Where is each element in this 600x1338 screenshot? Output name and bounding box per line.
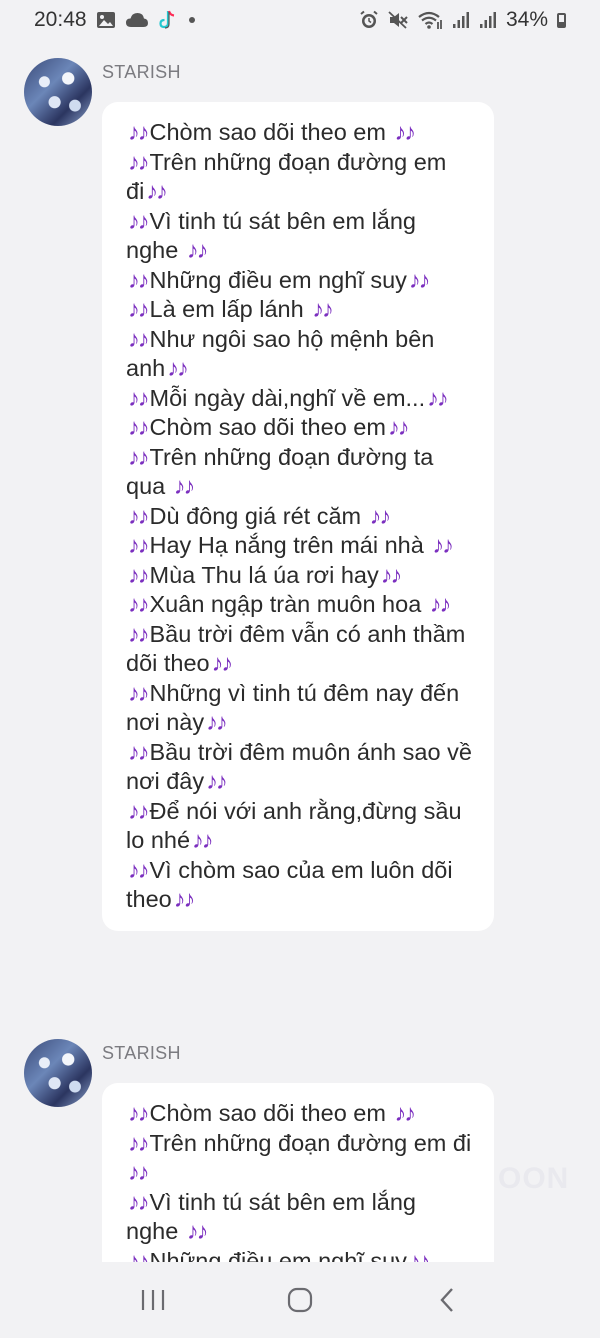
sender-name: STARISH — [102, 62, 181, 82]
music-note-icon: ♪♪ — [128, 1159, 149, 1185]
lyric-line: ♪♪Trên những đoạn đường em đi♪♪ — [126, 148, 447, 205]
music-note-icon: ♪♪ — [146, 178, 167, 204]
music-note-icon: ♪♪ — [128, 1188, 149, 1215]
message-text: ♪♪Chòm sao dõi theo em ♪♪ ♪♪Trên những đo… — [126, 1099, 474, 1262]
dot-icon — [188, 17, 195, 23]
music-note-icon: ♪♪ — [427, 384, 448, 411]
music-note-icon: ♪♪ — [369, 502, 391, 529]
lyric-line: ♪♪Trên những đoạn đường em đi ♪♪ — [128, 1129, 472, 1186]
alarm-icon — [359, 10, 379, 30]
status-left: 20:48 — [34, 8, 195, 32]
lyric-line: ♪♪Vì tinh tú sát bên em lắng nghe ♪♪ — [126, 1188, 416, 1245]
music-note-icon: ♪♪ — [192, 827, 213, 853]
music-note-icon: ♪♪ — [167, 355, 188, 381]
music-note-icon: ♪♪ — [128, 325, 149, 352]
lyric-line: ♪♪Chòm sao dõi theo em ♪♪ — [128, 119, 416, 145]
music-note-icon: ♪♪ — [128, 119, 149, 145]
watermark: OON — [498, 1162, 570, 1195]
battery-icon — [557, 12, 566, 28]
music-note-icon: ♪♪ — [394, 1100, 415, 1126]
lyric-line: ♪♪Mùa Thu lá úa rơi hay♪♪ — [128, 561, 402, 588]
music-note-icon: ♪♪ — [432, 532, 453, 558]
lyric-line: ♪♪Hay Hạ nắng trên mái nhà ♪♪ — [128, 532, 454, 558]
lyric-line: ♪♪Để nói với anh rằng,đừng sầu lo nhé♪♪ — [126, 797, 462, 854]
lyric-line: ♪♪Trên những đoạn đường ta qua ♪♪ — [126, 443, 434, 500]
back-button[interactable] — [417, 1275, 477, 1325]
signal-icon — [479, 11, 497, 29]
music-note-icon: ♪♪ — [206, 768, 227, 794]
music-note-icon: ♪♪ — [128, 679, 149, 706]
lyric-line: ♪♪Những điều em nghĩ suy♪♪ — [128, 266, 430, 293]
lyric-line: ♪♪Là em lấp lánh ♪♪ — [128, 296, 334, 322]
tiktok-icon — [158, 10, 176, 30]
music-note-icon: ♪♪ — [211, 650, 233, 676]
lyric-line: ♪♪Bầu trời đêm vẫn có anh thầm dõi theo♪… — [126, 620, 466, 677]
sender-name: STARISH — [102, 1043, 181, 1063]
music-note-icon: ♪♪ — [128, 797, 149, 824]
lyric-line: ♪♪Vì tinh tú sát bên em lắng nghe ♪♪ — [126, 207, 416, 264]
music-note-icon: ♪♪ — [394, 119, 415, 145]
back-icon — [440, 1288, 453, 1312]
music-note-icon: ♪♪ — [429, 591, 451, 617]
lyric-line: ♪♪Vì chòm sao của em luôn dõi theo♪♪ — [126, 856, 453, 913]
music-note-icon: ♪♪ — [128, 561, 149, 588]
mute-icon — [388, 11, 408, 29]
recent-apps-button[interactable] — [123, 1275, 183, 1325]
wifi-icon — [417, 10, 443, 30]
music-note-icon: ♪♪ — [128, 532, 149, 558]
music-note-icon: ♪♪ — [128, 266, 149, 293]
music-note-icon: ♪♪ — [128, 384, 149, 411]
lyric-line: ♪♪Chòm sao dõi theo em ♪♪ — [128, 1100, 416, 1126]
message-text: ♪♪Chòm sao dõi theo em ♪♪ ♪♪Trên những đo… — [126, 118, 474, 915]
music-note-icon: ♪♪ — [380, 561, 402, 588]
lyric-line: ♪♪Dù đông giá rét căm ♪♪ — [128, 502, 391, 529]
gallery-icon — [96, 11, 116, 29]
lyric-line: ♪♪Xuân ngập tràn muôn hoa ♪♪ — [128, 591, 451, 617]
clock: 20:48 — [34, 8, 87, 31]
music-note-icon: ♪♪ — [408, 266, 430, 293]
music-note-icon: ♪♪ — [312, 296, 333, 322]
lyric-line: ♪♪Như ngôi sao hộ mệnh bên anh♪♪ — [126, 325, 435, 382]
lyric-line: ♪♪Mỗi ngày dài,nghĩ về em...♪♪ — [128, 384, 449, 411]
music-note-icon: ♪♪ — [128, 620, 149, 647]
home-button[interactable] — [270, 1275, 330, 1325]
avatar[interactable] — [24, 1039, 92, 1107]
message-bubble[interactable]: ♪♪Chòm sao dõi theo em ♪♪ ♪♪Trên những đo… — [102, 102, 494, 931]
music-note-icon: ♪♪ — [128, 1129, 149, 1156]
music-note-icon: ♪♪ — [128, 443, 149, 470]
music-note-icon: ♪♪ — [387, 414, 409, 440]
music-note-icon: ♪♪ — [173, 886, 195, 912]
music-note-icon: ♪♪ — [408, 1247, 430, 1263]
avatar[interactable] — [24, 58, 92, 126]
navigation-bar — [0, 1262, 600, 1338]
lyric-line: ♪♪Những vì tinh tú đêm nay đến nơi này♪♪ — [126, 679, 460, 736]
lyric-line: ♪♪Chòm sao dõi theo em♪♪ — [128, 414, 409, 440]
music-note-icon: ♪♪ — [128, 591, 149, 617]
music-note-icon: ♪♪ — [128, 738, 149, 765]
music-note-icon: ♪♪ — [128, 856, 149, 883]
music-note-icon: ♪♪ — [128, 414, 149, 440]
message-bubble[interactable]: ♪♪Chòm sao dõi theo em ♪♪ ♪♪Trên những đo… — [102, 1083, 494, 1262]
chat-list[interactable]: STARISH ♪♪Chòm sao dõi theo em ♪♪ ♪♪Trên … — [0, 40, 600, 1262]
signal-icon — [452, 11, 470, 29]
battery-percent: 34% — [505, 8, 548, 31]
music-note-icon: ♪♪ — [206, 709, 227, 735]
home-icon — [287, 1287, 313, 1313]
music-note-icon: ♪♪ — [186, 1218, 208, 1244]
music-note-icon: ♪♪ — [128, 1247, 149, 1263]
lyric-line: ♪♪Những điều em nghĩ suy♪♪ — [126, 1247, 474, 1263]
lyric-line: ♪♪Bầu trời đêm muôn ánh sao về nơi đây♪♪ — [126, 738, 472, 795]
status-bar: 20:48 34% — [0, 0, 600, 40]
music-note-icon: ♪♪ — [186, 237, 208, 263]
music-note-icon: ♪♪ — [128, 1100, 149, 1126]
recent-apps-icon — [142, 1290, 165, 1310]
cloud-icon — [125, 12, 149, 28]
music-note-icon: ♪♪ — [128, 148, 149, 175]
music-note-icon: ♪♪ — [173, 473, 195, 499]
music-note-icon: ♪♪ — [128, 207, 149, 234]
music-note-icon: ♪♪ — [128, 502, 149, 529]
status-right: 34% — [359, 8, 566, 32]
music-note-icon: ♪♪ — [128, 296, 149, 322]
